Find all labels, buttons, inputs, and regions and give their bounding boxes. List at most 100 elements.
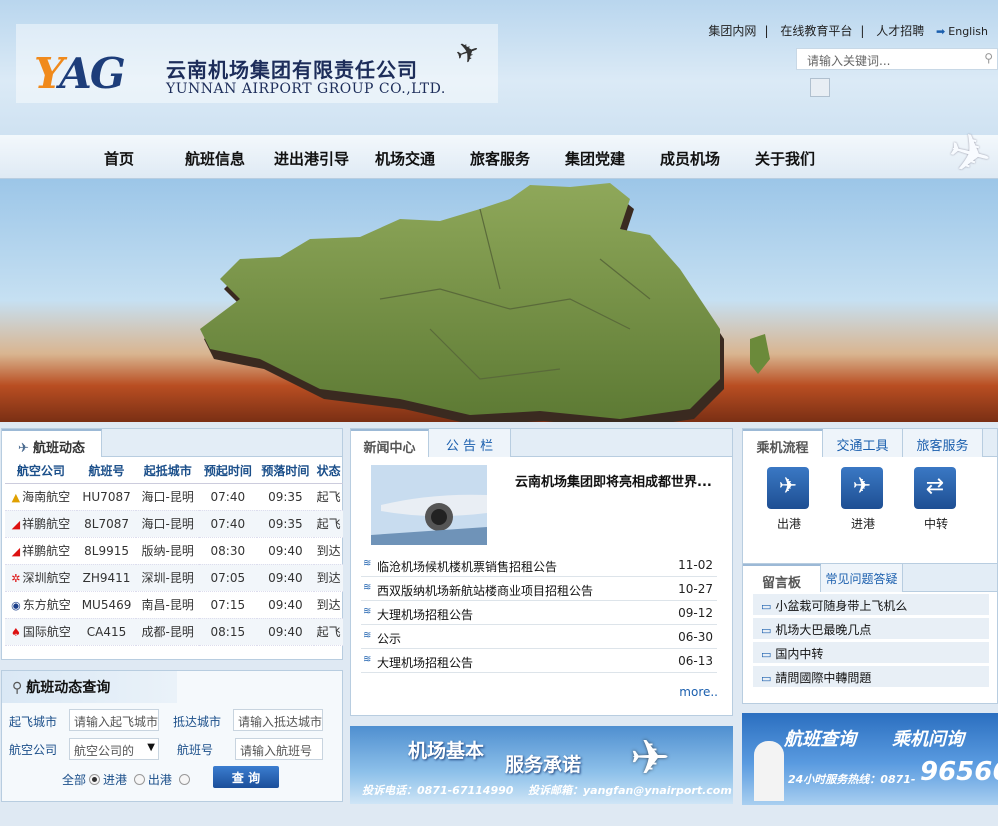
cell: 09:35 [256, 483, 315, 511]
main-nav: 首页 航班信息 进出港引导 机场交通 旅客服务 集团党建 成员机场 关于我们 ✈ [0, 120, 998, 190]
cell: MU5469 [76, 591, 137, 619]
cell: 南昌-昆明 [136, 591, 200, 619]
airline-logo-icon: ▲ [11, 491, 21, 504]
flight-no-input[interactable]: 请输入航班号 [235, 738, 323, 760]
news-title: 大理机场招租公告 [377, 608, 474, 622]
cell: 国际航空 [22, 625, 71, 639]
list-item[interactable]: 国内中转 [753, 642, 989, 664]
airline-select[interactable]: 航空公司的 ▼ [69, 738, 159, 760]
list-item[interactable]: 請問國際中轉問題 [753, 666, 989, 688]
top-links: 集团内网 | 在线教育平台 | 人才招聘 English [704, 22, 992, 39]
tab-transport[interactable]: 交通工具 [823, 429, 903, 457]
news-title: 临沧机场候机楼机票销售招租公告 [377, 560, 558, 574]
cell: 08:15 [199, 618, 257, 646]
table-row[interactable]: ✲ 深圳航空 ZH9411 深圳-昆明 07:05 09:40 到达 [5, 564, 343, 592]
nav-airports[interactable]: 成员机场 [660, 148, 720, 169]
link-education[interactable]: 在线教育平台 [780, 24, 852, 38]
hero-banner [0, 179, 998, 422]
col-status: 状态 [314, 459, 343, 484]
table-row[interactable]: ♠ 国际航空 CA415 成都-昆明 08:15 09:40 起飞 [5, 618, 343, 646]
rss-icon: ≋ [363, 630, 372, 641]
rss-icon: ≋ [363, 654, 372, 665]
tab-news[interactable]: 新闻中心 [351, 429, 429, 457]
news-more-link[interactable]: more.. [679, 685, 718, 699]
link-english[interactable]: English [936, 25, 988, 38]
nav-about[interactable]: 关于我们 [755, 148, 815, 169]
airline-logo-icon: ✲ [11, 572, 21, 585]
nav-flights[interactable]: 航班信息 [185, 148, 245, 169]
news-title: 大理机场招租公告 [377, 656, 474, 670]
cell: 09:40 [256, 591, 315, 619]
cell: 到达 [314, 591, 343, 619]
news-date: 11-02 [678, 558, 713, 572]
cell: 成都-昆明 [136, 618, 200, 646]
to-city-input[interactable]: 请输入抵达城市 [233, 709, 323, 731]
tab-passenger-service[interactable]: 旅客服务 [903, 429, 983, 457]
logo[interactable]: YAG 云南机场集团有限责任公司 YUNNAN AIRPORT GROUP CO… [16, 24, 498, 103]
news-panel: 新闻中心 公 告 栏 云南机场集团即将亮相成都世界... ≋ 临沧机场候机楼机票销… [350, 428, 733, 716]
airline-label: 航空公司 [9, 743, 58, 757]
list-item[interactable]: 机场大巴最晚几点 [753, 618, 989, 640]
link-recruit[interactable]: 人才招聘 [876, 24, 924, 38]
featured-news-title[interactable]: 云南机场集团即将亮相成都世界... [515, 471, 712, 490]
cell: HU7087 [76, 483, 137, 511]
hotline-banner[interactable]: 航班查询 乘机问询 24小时服务热线：0871- 96566 [742, 713, 998, 805]
list-item[interactable]: ≋ 大理机场招租公告 06-13 [361, 649, 717, 673]
cell: 09:40 [256, 618, 315, 646]
query-title-text: 航班动态查询 [26, 680, 111, 696]
nav-party[interactable]: 集团党建 [565, 148, 625, 169]
radio-depart[interactable] [133, 774, 145, 785]
cell: 07:40 [199, 510, 257, 538]
airline-logo-icon: ♠ [10, 626, 21, 639]
plane-icon: ✈ [18, 441, 29, 456]
news-thumbnail-image[interactable] [371, 465, 487, 545]
list-item[interactable]: ≋ 公示 06-30 [361, 625, 717, 649]
message-board-panel: 留言板 常见问题答疑 小盆栽可随身带上飞机么 机场大巴最晚几点 国内中转 請問國… [742, 564, 998, 704]
flight-table: 航空公司 航班号 起抵城市 预起时间 预落时间 状态 ▲ 海南航空 HU7087 海… [5, 459, 343, 646]
nav-passenger[interactable]: 旅客服务 [470, 148, 530, 169]
service-commitment-banner[interactable]: 机场基本 服务承诺 投诉电话：0871-67114990 投诉邮箱：yangfa… [350, 726, 733, 804]
table-row[interactable]: ◢ 祥鹏航空 8L7087 海口-昆明 07:40 09:35 起飞 [5, 510, 343, 538]
step-transfer[interactable]: ⇄ 中转 [914, 467, 958, 532]
flight-no-label: 航班号 [177, 743, 214, 757]
news-list: ≋ 临沧机场候机楼机票销售招租公告 11-02 ≋ 西双版纳机场新航站楼商业项目招租公… [361, 553, 717, 673]
search-icon[interactable]: ⚲ [984, 51, 993, 65]
tab-notice[interactable]: 公 告 栏 [429, 429, 511, 457]
tab-boarding-process[interactable]: 乘机流程 [743, 429, 823, 457]
list-item[interactable]: ≋ 大理机场招租公告 09-12 [361, 601, 717, 625]
nav-guide[interactable]: 进出港引导 [274, 148, 349, 169]
table-row[interactable]: ◢ 祥鹏航空 8L9915 版纳-昆明 08:30 09:40 到达 [5, 537, 343, 565]
from-city-input[interactable]: 请输入起飞城市 [69, 709, 159, 731]
cell: 08:30 [199, 537, 257, 565]
radio-all[interactable] [89, 774, 101, 785]
search-button[interactable] [810, 78, 830, 97]
radio-extra[interactable] [178, 774, 190, 785]
link-intranet[interactable]: 集团内网 [708, 24, 756, 38]
nav-transport[interactable]: 机场交通 [375, 148, 435, 169]
tab-label: 航班动态 [32, 441, 85, 456]
table-row[interactable]: ◉ 东方航空 MU5469 南昌-昆明 07:15 09:40 到达 [5, 591, 343, 619]
nav-home[interactable]: 首页 [104, 148, 134, 169]
flight-tabbar: ✈ 航班动态 [2, 429, 342, 457]
query-title: ⚲ 航班动态查询 [2, 671, 177, 703]
airline-logo-icon: ◉ [11, 599, 21, 612]
list-item[interactable]: ≋ 西双版纳机场新航站楼商业项目招租公告 10-27 [361, 577, 717, 601]
complaint-phone: 投诉电话：0871-67114990 [362, 784, 514, 797]
from-label: 起飞城市 [9, 715, 58, 729]
search-input[interactable]: 请输入关键词... ⚲ [796, 48, 998, 70]
list-item[interactable]: ≋ 临沧机场候机楼机票销售招租公告 11-02 [361, 553, 717, 577]
table-row[interactable]: ▲ 海南航空 HU7087 海口-昆明 07:40 09:35 起飞 [5, 483, 343, 511]
query-button[interactable]: 查 询 [213, 766, 279, 788]
cell: 09:40 [256, 537, 315, 565]
chevron-down-icon: ▼ [147, 742, 155, 753]
list-item[interactable]: 小盆栽可随身带上飞机么 [753, 594, 989, 616]
step-arrival[interactable]: ✈ 进港 [841, 467, 885, 532]
tab-flight-status[interactable]: ✈ 航班动态 [2, 429, 102, 457]
hotline-label: 24小时服务热线：0871- [788, 773, 916, 786]
cell: 海口-昆明 [136, 510, 200, 538]
cell: 07:15 [199, 591, 257, 619]
tab-message-board[interactable]: 留言板 [743, 564, 821, 592]
banner-flight-query: 航班查询 [784, 729, 856, 750]
tab-faq[interactable]: 常见问题答疑 [821, 564, 903, 592]
step-departure[interactable]: ✈ 出港 [767, 467, 811, 532]
